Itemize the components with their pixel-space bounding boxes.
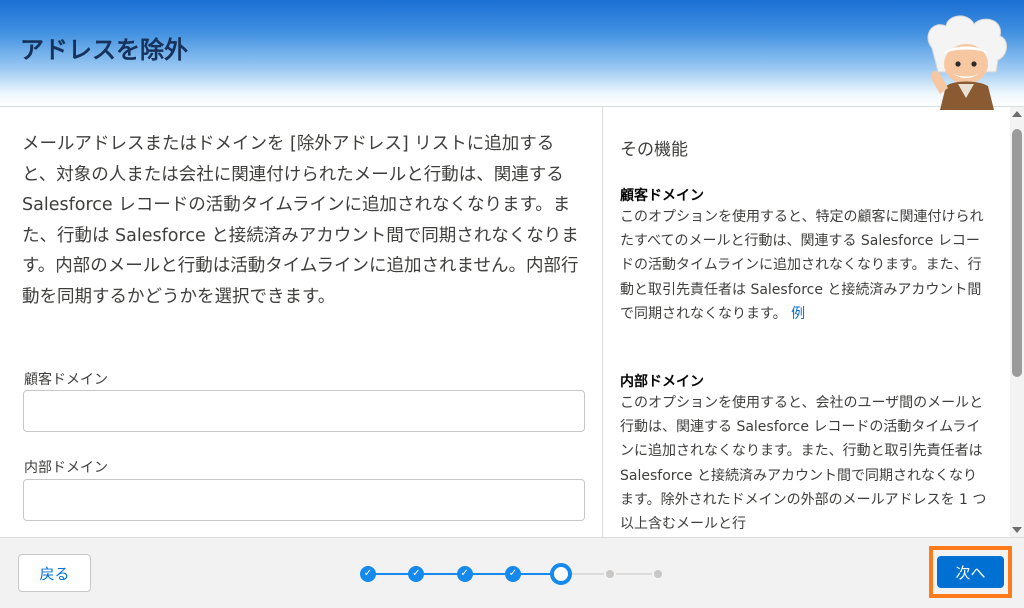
help-sidebar: その機能 顧客ドメイン このオプションを使用すると、特定の顧客に関連付けられたす… [603,107,1009,537]
step-completed-icon: ✓ [504,566,521,582]
internal-domain-help-text: このオプションを使用すると、会社のユーザ間のメールと行動は、関連する Sales… [620,395,987,533]
example-link[interactable]: 例 [791,306,805,322]
next-button[interactable]: 次へ [937,556,1004,588]
scroll-thumb[interactable] [1012,129,1022,377]
step-completed-icon: ✓ [360,566,376,582]
internal-domain-help-title: 内部ドメイン [620,374,704,390]
step-pending-icon [651,568,664,580]
customer-domain-label: 顧客ドメイン [24,372,108,388]
step-current-icon [550,563,573,585]
footer-bar: 戻る ✓ ✓ ✓ ✓ [0,537,1024,608]
scroll-down-icon[interactable] [1012,527,1022,533]
progress-stepper: ✓ ✓ ✓ ✓ [360,562,668,585]
sidebar-scrollbar[interactable] [1010,107,1024,537]
customer-domain-help-text: このオプションを使用すると、特定の顧客に関連付けられたすべてのメールと行動は、関… [620,205,990,326]
einstein-mascot-icon [927,15,1007,110]
page-title: アドレスを除外 [20,36,188,64]
next-button-highlight: 次へ [929,546,1012,598]
main-content: メールアドレスまたはドメインを [除外アドレス] リストに追加すると、対象の人ま… [0,107,603,537]
sidebar-title: その機能 [620,140,688,160]
step-completed-icon: ✓ [408,566,425,582]
customer-domain-help-title: 顧客ドメイン [620,188,704,204]
scroll-up-icon[interactable] [1012,111,1022,117]
header-banner: アドレスを除外 [0,0,1024,110]
back-button[interactable]: 戻る [18,554,91,592]
internal-domain-label: 内部ドメイン [24,460,108,476]
intro-text: メールアドレスまたはドメインを [除外アドレス] リストに追加すると、対象の人ま… [22,134,579,307]
step-pending-icon [603,568,616,580]
customer-domain-input[interactable] [23,390,585,432]
internal-domain-input[interactable] [23,479,585,521]
step-completed-icon: ✓ [456,566,473,582]
